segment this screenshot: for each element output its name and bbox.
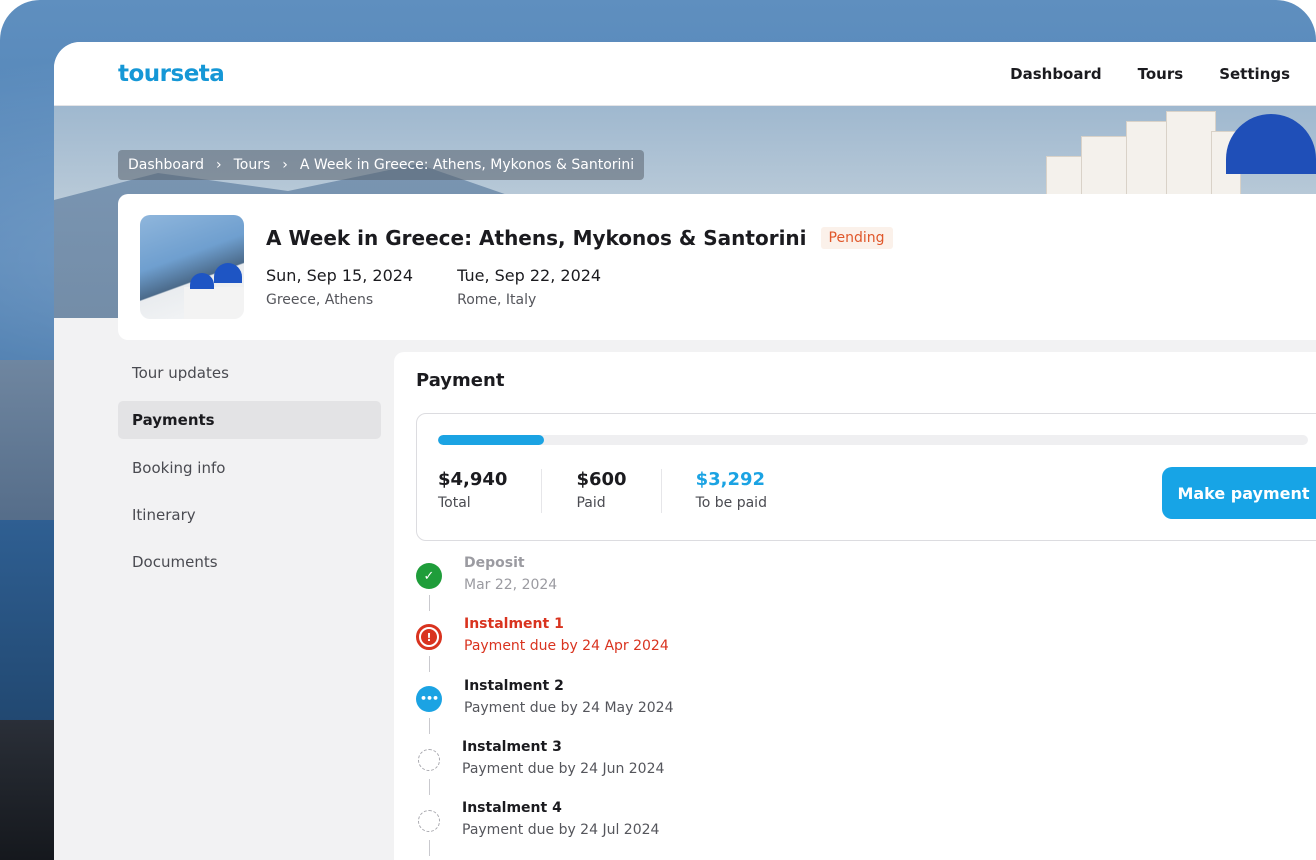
tour-sidebar: Tour updates Payments Booking info Itine… (118, 354, 381, 590)
alert-icon: ! (416, 624, 442, 651)
sidebar-item-itinerary[interactable]: Itinerary (118, 496, 381, 534)
tour-title: A Week in Greece: Athens, Mykonos & Sant… (266, 226, 807, 250)
hero-village (1036, 106, 1316, 206)
amount-paid-label: Paid (576, 495, 606, 511)
schedule-name: Instalment 1 (464, 616, 564, 633)
payment-progress-bar (438, 435, 1308, 445)
schedule-item-instalment-1: ! Instalment 1 Payment due by 24 Apr 202… (416, 616, 1312, 677)
schedule-detail: Payment due by 24 Apr 2024 (464, 638, 669, 655)
tour-thumbnail (140, 215, 244, 319)
timeline-connector (428, 595, 430, 611)
schedule-name: Instalment 4 (462, 800, 562, 817)
amount-due: $3,292 To be paid (696, 469, 801, 513)
payment-progress-fill (438, 435, 544, 445)
app-window: tourseta Dashboard Tours Settings Dashbo… (54, 42, 1316, 860)
schedule-text: Instalment 1 Payment due by 24 Apr 2024 (464, 616, 669, 677)
chevron-right-icon: › (215, 157, 222, 173)
ellipsis-icon: ••• (416, 685, 442, 712)
start-date: Sun, Sep 15, 2024 (266, 266, 414, 285)
amount-total: $4,940 Total (438, 469, 543, 513)
nav-tours[interactable]: Tours (1138, 65, 1184, 83)
tour-end: Tue, Sep 22, 2024 Rome, Italy (457, 266, 601, 308)
end-date: Tue, Sep 22, 2024 (457, 266, 602, 285)
sidebar-item-documents[interactable]: Documents (118, 543, 381, 581)
schedule-item-instalment-2: ••• Instalment 2 Payment due by 24 May 2… (416, 678, 1312, 739)
sidebar-item-tour-updates[interactable]: Tour updates (118, 354, 381, 392)
timeline-connector (428, 840, 430, 857)
tour-card: A Week in Greece: Athens, Mykonos & Sant… (118, 194, 1316, 340)
timeline-connector (428, 778, 430, 795)
dashed-circle-icon (418, 748, 440, 771)
schedule-detail: Payment due by 24 May 2024 (464, 699, 674, 716)
check-icon: ✓ (416, 563, 442, 589)
sidebar-item-payments[interactable]: Payments (118, 401, 381, 440)
tour-info: A Week in Greece: Athens, Mykonos & Sant… (266, 226, 893, 308)
schedule-name: Deposit (464, 555, 525, 571)
amount-paid-value: $600 (576, 469, 627, 490)
tour-start: Sun, Sep 15, 2024 Greece, Athens (266, 266, 413, 308)
panel-title: Payment (416, 370, 505, 391)
schedule-detail: Mar 22, 2024 (464, 577, 558, 593)
schedule-item-instalment-4: Instalment 4 Payment due by 24 Jul 2024 (416, 800, 1312, 860)
schedule-text: Deposit Mar 22, 2024 (464, 555, 557, 616)
nav-settings[interactable]: Settings (1219, 65, 1290, 83)
brand-logo[interactable]: tourseta (118, 61, 225, 87)
schedule-item-deposit: ✓ Deposit Mar 22, 2024 (416, 555, 1312, 616)
timeline-connector (428, 717, 430, 734)
sidebar-item-booking-info[interactable]: Booking info (118, 449, 381, 487)
end-location: Rome, Italy (457, 292, 537, 308)
schedule-detail: Payment due by 24 Jun 2024 (462, 760, 665, 777)
main-nav: Dashboard Tours Settings (1010, 65, 1290, 83)
chevron-right-icon: › (282, 157, 288, 173)
rock-shape (0, 720, 54, 860)
amount-due-label: To be paid (695, 495, 767, 511)
sea-shape (0, 520, 54, 740)
timeline-connector (428, 656, 430, 673)
start-location: Greece, Athens (266, 292, 374, 308)
breadcrumb: Dashboard › Tours › A Week in Greece: At… (118, 150, 645, 180)
tour-dates: Sun, Sep 15, 2024 Greece, Athens Tue, Se… (266, 266, 893, 308)
schedule-text: Instalment 3 Payment due by 24 Jun 2024 (462, 739, 664, 800)
top-navigation: tourseta Dashboard Tours Settings (54, 42, 1316, 106)
amount-total-value: $4,940 (438, 469, 508, 490)
amount-due-value: $3,292 (695, 469, 766, 490)
make-payment-button[interactable]: Make payment (1162, 467, 1316, 519)
schedule-name: Instalment 3 (462, 738, 562, 755)
breadcrumb-dashboard[interactable]: Dashboard (128, 157, 204, 173)
breadcrumb-tours[interactable]: Tours (234, 157, 271, 173)
schedule-name: Instalment 2 (464, 677, 564, 694)
status-badge: Pending (820, 227, 893, 249)
payment-schedule: ✓ Deposit Mar 22, 2024 ! Instalment 1 Pa… (416, 555, 1312, 860)
payment-panel: Payment $4,940 Total $600 Paid $3,292 To… (394, 352, 1316, 860)
schedule-detail: Payment due by 24 Jul 2024 (462, 822, 660, 839)
schedule-item-instalment-3: Instalment 3 Payment due by 24 Jun 2024 (416, 739, 1312, 800)
breadcrumb-current: A Week in Greece: Athens, Mykonos & Sant… (299, 157, 635, 173)
schedule-text: Instalment 4 Payment due by 24 Jul 2024 (462, 800, 659, 860)
tour-title-row: A Week in Greece: Athens, Mykonos & Sant… (266, 226, 893, 250)
dashed-circle-icon (418, 810, 440, 833)
schedule-text: Instalment 2 Payment due by 24 May 2024 (464, 678, 673, 739)
amount-paid: $600 Paid (576, 469, 662, 513)
payment-summary: $4,940 Total $600 Paid $3,292 To be paid… (416, 413, 1316, 541)
amount-total-label: Total (438, 495, 471, 511)
nav-dashboard[interactable]: Dashboard (1010, 65, 1101, 83)
